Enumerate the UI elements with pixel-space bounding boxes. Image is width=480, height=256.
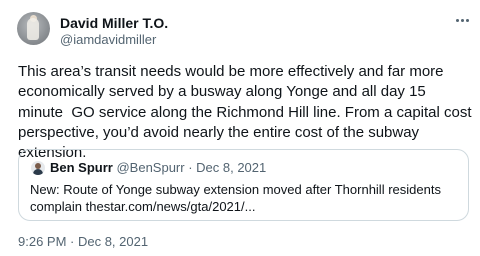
author-avatar[interactable]	[17, 12, 50, 45]
quoted-tweet-text: New: Route of Yonge subway extension mov…	[30, 181, 458, 215]
author-display-name[interactable]: David Miller T.O.	[60, 15, 168, 31]
quoted-tweet-line-2: complain thestar.com/news/gta/2021/...	[30, 199, 256, 214]
quoted-tweet[interactable]: Ben Spurr @BenSpurr · Dec 8, 2021 New: R…	[18, 149, 469, 221]
dot	[455, 18, 459, 22]
author-handle[interactable]: @iamdavidmiller	[60, 32, 156, 47]
quoted-author-meta: @BenSpurr · Dec 8, 2021	[116, 160, 267, 175]
more-options-icon[interactable]	[452, 12, 472, 28]
dot	[465, 18, 469, 22]
quoted-author-name: Ben Spurr	[50, 160, 113, 175]
quoted-tweet-line-1: New: Route of Yonge subway extension mov…	[30, 182, 441, 197]
quoted-author-avatar	[31, 161, 45, 175]
avatar-figure	[27, 18, 39, 40]
quoted-avatar-body	[33, 169, 43, 175]
tweet: David Miller T.O. @iamdavidmiller This a…	[0, 0, 480, 256]
tweet-timestamp[interactable]: 9:26 PM · Dec 8, 2021	[18, 234, 148, 249]
quoted-tweet-header: Ben Spurr @BenSpurr · Dec 8, 2021	[50, 160, 266, 175]
dot	[460, 18, 464, 22]
